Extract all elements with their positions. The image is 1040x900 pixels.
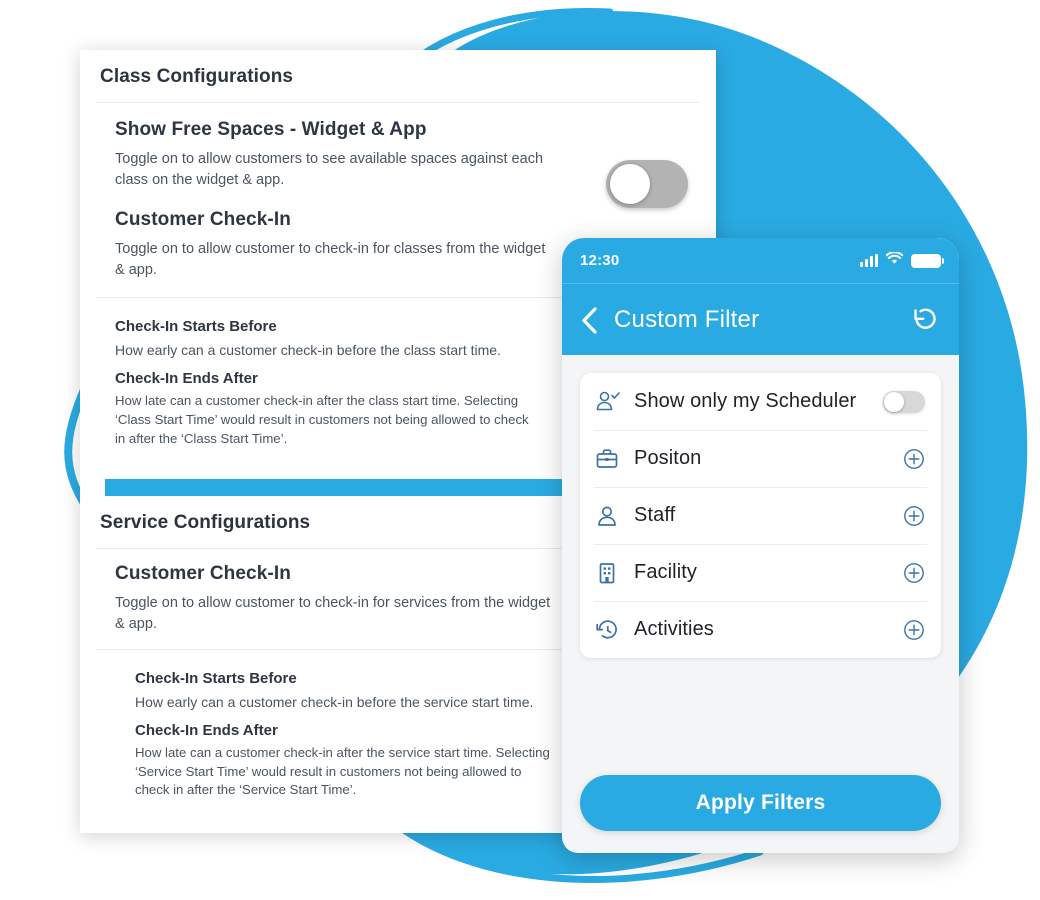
toggle-show-only-my-scheduler[interactable] <box>883 390 925 413</box>
setting-description: Toggle on to allow customers to see avai… <box>115 151 544 189</box>
filter-row-position[interactable]: Positon <box>580 430 941 487</box>
filter-label: Staff <box>634 504 676 526</box>
nav-title: Custom Filter <box>614 305 760 333</box>
nav-bar: Custom Filter <box>562 284 959 355</box>
status-icons <box>860 250 944 270</box>
filter-label: Show only my Scheduler <box>634 390 857 412</box>
phone-mockup: 12:30 Custom Filter Show only my Schedul… <box>562 238 959 853</box>
plus-circle-icon[interactable] <box>903 505 925 527</box>
signal-bars-icon <box>860 254 878 267</box>
phone-header: 12:30 Custom Filter <box>562 238 959 355</box>
plus-circle-icon[interactable] <box>903 619 925 641</box>
setting-heading: Show Free Spaces - Widget & App <box>115 119 427 140</box>
battery-icon <box>911 253 944 268</box>
sub-description: How early can a customer check-in before… <box>135 693 534 710</box>
sub-description: How early can a customer check-in before… <box>115 342 501 359</box>
status-time: 12:30 <box>580 252 620 269</box>
building-icon <box>594 560 620 586</box>
filter-label: Activities <box>634 618 714 640</box>
plus-circle-icon[interactable] <box>903 562 925 584</box>
blue-separator-bar <box>105 478 585 496</box>
plus-circle-icon[interactable] <box>903 448 925 470</box>
status-bar: 12:30 <box>562 238 959 284</box>
sub-description: How late can a customer check-in after t… <box>135 744 550 798</box>
chevron-left-icon[interactable] <box>576 306 602 334</box>
filter-row-scheduler[interactable]: Show only my Scheduler <box>580 373 941 430</box>
reset-rotate-icon[interactable] <box>909 304 941 336</box>
toggle-knob <box>884 391 904 412</box>
filter-list-card: Show only my Scheduler Positon Staff Fac… <box>580 373 941 658</box>
wifi-icon <box>885 250 904 270</box>
filter-label: Positon <box>634 447 702 469</box>
sub-description: How late can a customer check-in after t… <box>115 393 529 446</box>
screenshot-root: Class Configurations Show Free Spaces - … <box>0 0 1040 900</box>
briefcase-icon <box>594 446 620 472</box>
filter-label: Facility <box>634 561 698 583</box>
user-icon <box>594 503 620 529</box>
history-icon <box>594 617 620 643</box>
apply-filters-wrap: Apply Filters <box>580 775 941 831</box>
setting-description: Toggle on to allow customer to check-in … <box>115 241 546 279</box>
apply-filters-button[interactable]: Apply Filters <box>580 775 941 831</box>
setting-description: Toggle on to allow customer to check-in … <box>115 594 551 632</box>
user-check-icon <box>594 389 620 415</box>
filter-row-activities[interactable]: Activities <box>580 601 941 658</box>
filter-row-staff[interactable]: Staff <box>580 487 941 544</box>
phone-body: Show only my Scheduler Positon Staff Fac… <box>562 355 959 658</box>
class-config-title: Class Configurations <box>100 66 294 87</box>
filter-row-facility[interactable]: Facility <box>580 544 941 601</box>
setting-heading: Customer Check-In <box>115 209 291 231</box>
